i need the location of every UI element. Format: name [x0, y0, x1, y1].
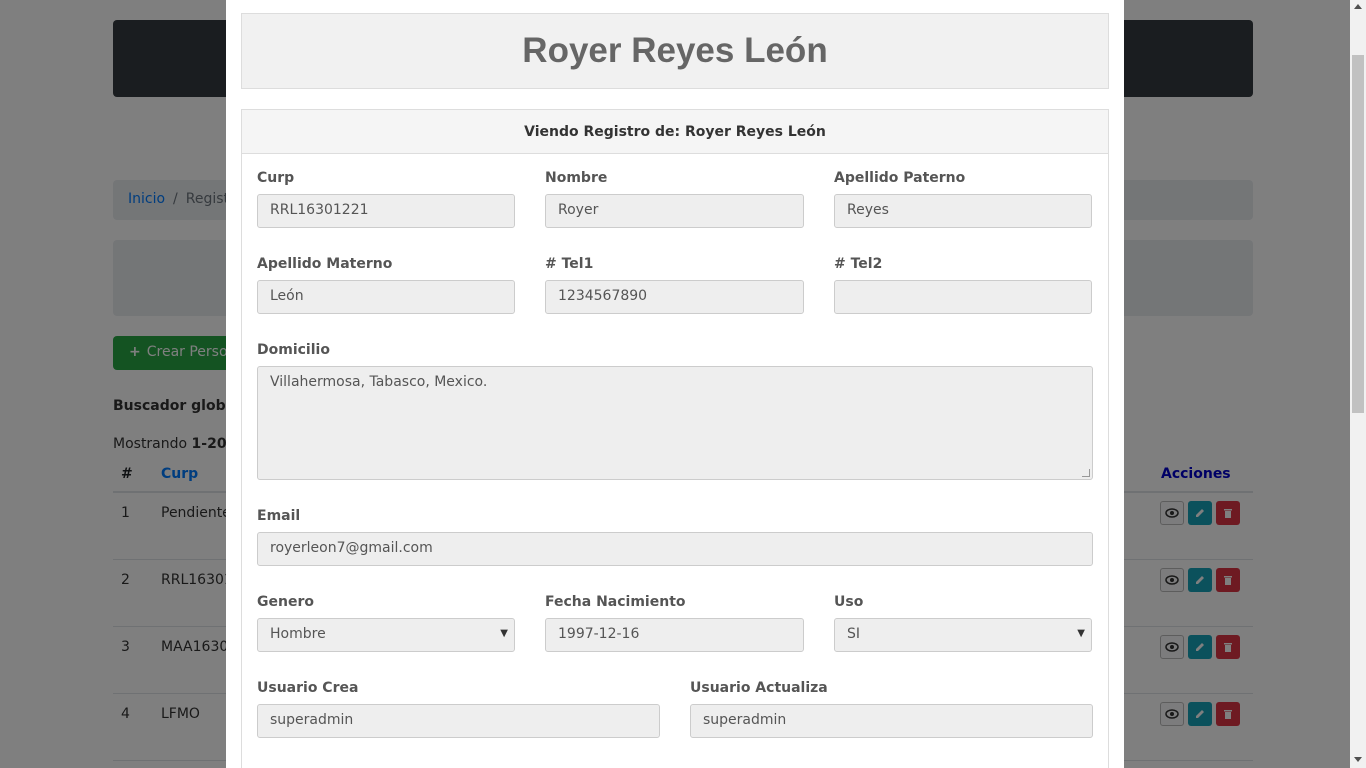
curp-input[interactable]: RRL16301221	[257, 194, 515, 228]
nombre-label: Nombre	[545, 170, 608, 186]
usuario-crea-label: Usuario Crea	[257, 680, 359, 696]
usuario-crea-field: Usuario Crea superadmin	[257, 680, 660, 738]
scroll-down-arrow-icon[interactable]	[1354, 757, 1362, 762]
fecha-nacimiento-label: Fecha Nacimiento	[545, 594, 686, 610]
curp-label: Curp	[257, 170, 295, 186]
genero-value: Hombre	[270, 626, 326, 642]
uso-select[interactable]: SI ▼	[834, 618, 1092, 652]
modal-title: Royer Reyes León	[522, 31, 828, 70]
domicilio-label: Domicilio	[257, 342, 330, 358]
chevron-down-icon: ▼	[500, 628, 508, 639]
person-detail-modal: Royer Reyes León Viendo Registro de: Roy…	[226, 0, 1124, 768]
tel1-input[interactable]: 1234567890	[545, 280, 804, 314]
fecha-nacimiento-input[interactable]: 1997-12-16	[545, 618, 804, 652]
apellido-materno-input[interactable]: León	[257, 280, 515, 314]
apellido-paterno-field: Apellido Paterno Reyes	[834, 170, 1092, 228]
apellido-paterno-input[interactable]: Reyes	[834, 194, 1092, 228]
genero-select[interactable]: Hombre ▼	[257, 618, 515, 652]
curp-field: Curp RRL16301221	[257, 170, 515, 228]
uso-value: SI	[847, 626, 861, 642]
nombre-input[interactable]: Royer	[545, 194, 804, 228]
genero-field: Genero Hombre ▼	[257, 594, 515, 652]
page-scrollbar[interactable]	[1350, 0, 1366, 768]
chevron-down-icon: ▼	[1077, 628, 1085, 639]
scrollbar-thumb[interactable]	[1352, 55, 1364, 413]
genero-label: Genero	[257, 594, 314, 610]
usuario-actualiza-input[interactable]: superadmin	[690, 704, 1093, 738]
email-label: Email	[257, 508, 301, 524]
tel2-label: # Tel2	[834, 256, 883, 272]
domicilio-value: Villahermosa, Tabasco, Mexico.	[270, 374, 488, 390]
scroll-up-arrow-icon[interactable]	[1354, 4, 1362, 9]
apellido-paterno-label: Apellido Paterno	[834, 170, 966, 186]
tel2-field: # Tel2	[834, 256, 1092, 314]
uso-field: Uso SI ▼	[834, 594, 1092, 652]
card-header: Viendo Registro de: Royer Reyes León	[242, 110, 1108, 154]
apellido-materno-field: Apellido Materno León	[257, 256, 515, 314]
domicilio-field: Domicilio Villahermosa, Tabasco, Mexico.	[257, 342, 1093, 480]
usuario-actualiza-label: Usuario Actualiza	[690, 680, 828, 696]
email-input[interactable]: royerleon7@gmail.com	[257, 532, 1093, 566]
usuario-actualiza-field: Usuario Actualiza superadmin	[690, 680, 1093, 738]
modal-title-box: Royer Reyes León	[241, 13, 1109, 89]
usuario-crea-input[interactable]: superadmin	[257, 704, 660, 738]
domicilio-textarea[interactable]: Villahermosa, Tabasco, Mexico.	[257, 366, 1093, 480]
resize-grip-icon[interactable]	[1082, 469, 1090, 477]
fecha-nacimiento-field: Fecha Nacimiento 1997-12-16	[545, 594, 804, 652]
tel1-label: # Tel1	[545, 256, 594, 272]
nombre-field: Nombre Royer	[545, 170, 804, 228]
email-field: Email royerleon7@gmail.com	[257, 508, 1093, 566]
tel2-input[interactable]	[834, 280, 1092, 314]
record-card: Viendo Registro de: Royer Reyes León Cur…	[241, 109, 1109, 768]
uso-label: Uso	[834, 594, 864, 610]
tel1-field: # Tel1 1234567890	[545, 256, 804, 314]
apellido-materno-label: Apellido Materno	[257, 256, 393, 272]
